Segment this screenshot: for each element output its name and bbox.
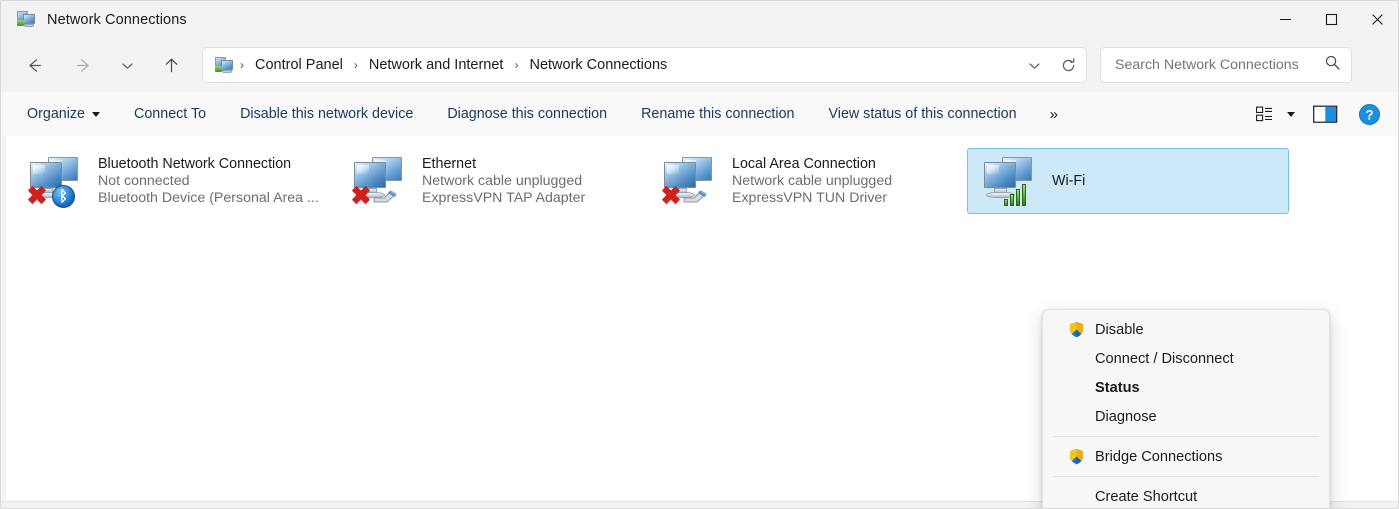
connection-text-block: Local Area Connection Network cable unpl… — [732, 156, 892, 206]
connection-status: Network cable unplugged — [422, 173, 583, 189]
connection-status: Network cable unplugged — [732, 173, 893, 189]
search-input[interactable] — [1113, 56, 1324, 74]
window-controls — [1262, 1, 1398, 38]
menu-item-diagnose[interactable]: Diagnose — [1047, 402, 1325, 431]
breadcrumb-bar[interactable]: › Control Panel › Network and Internet ›… — [202, 47, 1087, 83]
chevron-down-icon — [121, 62, 133, 69]
overflow-chevron-icon[interactable]: » — [1041, 102, 1067, 127]
menu-item-status[interactable]: Status — [1047, 373, 1325, 402]
organize-button[interactable]: Organize — [17, 100, 110, 128]
address-dropdown-button[interactable] — [1018, 49, 1050, 81]
preview-pane-icon[interactable] — [1308, 99, 1342, 129]
disconnected-x-icon: ✖ — [350, 182, 372, 210]
breadcrumb-separator: › — [240, 58, 244, 72]
svg-text:?: ? — [1365, 107, 1373, 122]
menu-separator — [1053, 436, 1319, 437]
connection-item-bluetooth[interactable]: ✖ ᛒ Bluetooth Network Connection Not con… — [13, 148, 331, 214]
rj45-plug-badge-icon — [682, 187, 708, 204]
forward-button[interactable] — [66, 48, 100, 82]
up-arrow-icon — [165, 58, 177, 72]
bluetooth-badge-icon: ᛒ — [52, 185, 75, 208]
breadcrumb-item-control-panel[interactable]: Control Panel — [249, 53, 349, 77]
view-status-button[interactable]: View status of this connection — [818, 100, 1026, 128]
minimize-icon — [1279, 18, 1291, 21]
menu-item-label: Create Shortcut — [1095, 488, 1198, 505]
recent-locations-button[interactable] — [114, 48, 140, 82]
connection-name: Local Area Connection — [732, 156, 876, 172]
network-adapter-icon — [978, 153, 1040, 209]
forward-arrow-icon — [76, 58, 89, 72]
maximize-button[interactable] — [1308, 1, 1354, 38]
connection-item-wifi[interactable]: Wi-Fi — [967, 148, 1289, 214]
connection-text-block: Ethernet Network cable unplugged Express… — [422, 156, 585, 206]
context-menu: Disable Connect / Disconnect Status Diag… — [1042, 309, 1330, 508]
disconnected-x-icon: ✖ — [660, 182, 682, 210]
back-button[interactable] — [17, 48, 51, 82]
search-box[interactable] — [1100, 47, 1352, 83]
disable-network-device-button[interactable]: Disable this network device — [230, 100, 423, 128]
network-connections-icon — [17, 11, 37, 28]
menu-item-create-shortcut[interactable]: Create Shortcut — [1047, 482, 1325, 508]
connection-name: Ethernet — [422, 156, 477, 172]
connection-text-block: Wi-Fi — [1052, 173, 1085, 189]
refresh-button[interactable] — [1052, 49, 1084, 81]
network-adapter-icon: ✖ ᛒ — [24, 153, 86, 209]
breadcrumb-item-network-connections[interactable]: Network Connections — [523, 53, 673, 77]
connection-device: ExpressVPN TAP Adapter — [422, 190, 586, 206]
command-bar: Organize Connect To Disable this network… — [1, 92, 1398, 137]
connection-device: Bluetooth Device (Personal Area ... — [98, 190, 319, 206]
menu-item-label: Bridge Connections — [1095, 448, 1223, 465]
address-bar-row: › Control Panel › Network and Internet ›… — [1, 38, 1398, 92]
breadcrumb-item-network-and-internet[interactable]: Network and Internet — [363, 53, 510, 77]
rj45-plug-badge-icon — [372, 187, 398, 204]
up-button[interactable] — [154, 48, 188, 82]
connection-item-local-area[interactable]: ✖ Local Area Connection Network cable un… — [647, 148, 957, 214]
menu-separator — [1053, 476, 1319, 477]
close-icon — [1371, 14, 1383, 25]
rename-connection-button[interactable]: Rename this connection — [631, 100, 804, 128]
content-left-edge — [1, 136, 6, 508]
view-options-chevron-icon[interactable] — [1280, 99, 1302, 129]
disconnected-x-icon: ✖ — [26, 182, 48, 210]
title-bar: Network Connections — [1, 1, 1398, 38]
menu-item-label: Status — [1095, 379, 1140, 396]
menu-item-bridge-connections[interactable]: Bridge Connections — [1047, 442, 1325, 471]
connection-item-ethernet[interactable]: ✖ Ethernet Network cable unplugged Expre… — [337, 148, 637, 214]
network-adapter-icon: ✖ — [658, 153, 720, 209]
menu-item-label: Connect / Disconnect — [1095, 350, 1234, 367]
close-button[interactable] — [1354, 1, 1398, 38]
diagnose-connection-button[interactable]: Diagnose this connection — [437, 100, 617, 128]
menu-item-connect-disconnect[interactable]: Connect / Disconnect — [1047, 344, 1325, 373]
uac-shield-icon — [1065, 448, 1087, 465]
connect-to-button[interactable]: Connect To — [124, 100, 216, 128]
connection-text-block: Bluetooth Network Connection Not connect… — [98, 156, 319, 206]
connection-device: ExpressVPN TUN Driver — [732, 190, 888, 206]
breadcrumb-network-icon — [215, 56, 235, 74]
menu-item-label: Disable — [1095, 321, 1144, 338]
chevron-down-icon — [1028, 62, 1040, 69]
help-icon[interactable]: ? — [1352, 99, 1386, 129]
uac-shield-icon — [1065, 321, 1087, 338]
chevron-down-icon — [92, 111, 101, 117]
search-icon[interactable] — [1324, 54, 1341, 76]
connection-name: Wi-Fi — [1052, 173, 1086, 189]
refresh-icon — [1062, 57, 1074, 71]
menu-item-disable[interactable]: Disable — [1047, 315, 1325, 344]
connections-list: ✖ ᛒ Bluetooth Network Connection Not con… — [1, 136, 1398, 508]
title-bar-left: Network Connections — [1, 1, 1262, 38]
breadcrumb-separator: › — [514, 58, 519, 72]
view-options-icon[interactable] — [1250, 99, 1280, 129]
back-arrow-icon — [28, 58, 41, 72]
network-adapter-icon: ✖ — [348, 153, 410, 209]
breadcrumb-separator: › — [353, 58, 358, 72]
explorer-window: Network Connections › Control Panel › Ne… — [0, 0, 1399, 509]
connection-name: Bluetooth Network Connection — [98, 156, 292, 172]
window-title: Network Connections — [47, 11, 187, 28]
menu-item-label: Diagnose — [1095, 408, 1157, 425]
wifi-signal-badge-icon — [1004, 180, 1032, 206]
connection-status: Not connected — [98, 173, 190, 189]
organize-label: Organize — [27, 106, 86, 122]
maximize-icon — [1325, 13, 1337, 26]
minimize-button[interactable] — [1262, 1, 1308, 38]
